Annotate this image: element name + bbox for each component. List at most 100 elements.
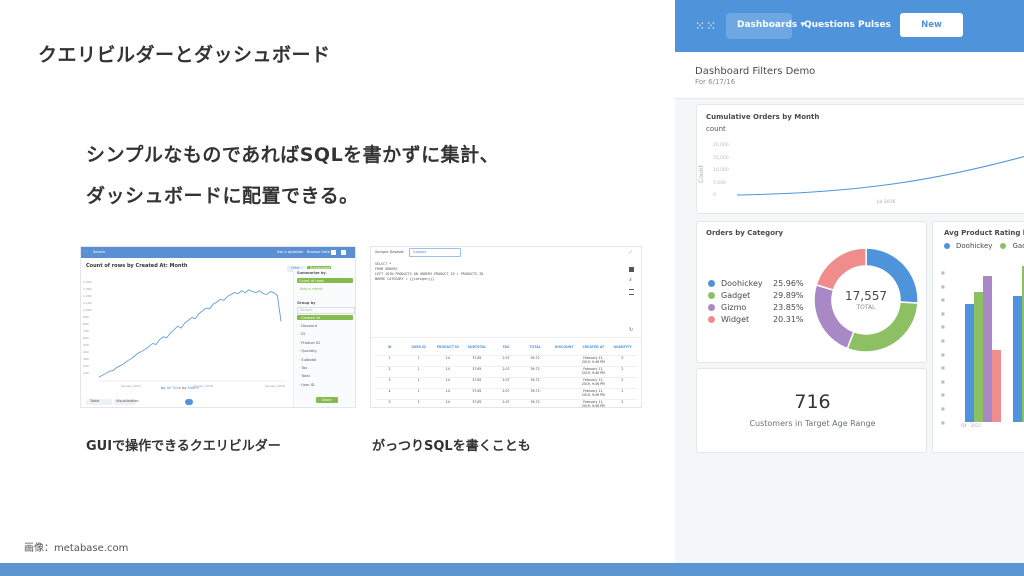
orders-category-title: Orders by Category <box>706 229 784 237</box>
sql-variable-input[interactable]: Gadget <box>409 248 461 257</box>
legend-name: Widget <box>721 314 750 324</box>
sql-column-header: DISCOUNT <box>554 345 574 349</box>
table-cell: 2 <box>621 367 624 371</box>
side-add-metric[interactable]: Add a metric <box>300 287 323 291</box>
table-cell: 14 <box>445 356 450 360</box>
table-cell: 37.65 <box>472 400 482 404</box>
sql-column-header: QUANTITY <box>613 345 632 349</box>
kpi-card[interactable]: 716 Customers in Target Age Range <box>696 368 927 453</box>
qb-logo-icon: ⁙ <box>85 250 89 254</box>
legend-item[interactable]: Widget 20.31% <box>708 313 804 325</box>
side-count-metric[interactable]: Count of rows <box>297 278 353 283</box>
side-group-heading: Group by <box>297 301 316 305</box>
table-cell: February 11, 2019, 9:46 PM <box>581 378 605 386</box>
sql-table-header: ID USER ID PRODUCT ID SUBTOTAL TAX TOTAL DISCO… <box>375 345 637 356</box>
sql-run-icon[interactable]: ↻ <box>629 327 633 333</box>
sql-data-reference-icon[interactable] <box>629 267 634 272</box>
qb-table-toggle[interactable]: Table <box>86 399 112 405</box>
table-cell: February 11, 2019, 9:46 PM <box>581 389 605 397</box>
bar-5 <box>1013 296 1022 422</box>
table-cell: 2 <box>621 356 624 360</box>
side-field-item[interactable]: · Subtotal <box>299 358 353 366</box>
table-cell: 14 <box>445 400 450 404</box>
qb-visualization-toggle[interactable]: Visualization <box>114 399 139 405</box>
sql-column-header: SUBTOTAL <box>467 345 487 349</box>
nav-pulses[interactable]: Pulses <box>858 20 891 30</box>
table-cell: February 11, 2019, 9:46 PM <box>581 367 605 375</box>
qb-search[interactable]: Search <box>93 250 105 254</box>
legend-item[interactable]: Gizmo 23.85% <box>708 301 804 313</box>
table-cell: 14 <box>445 378 450 382</box>
sql-variables-icon[interactable]: 𝑥 <box>629 277 632 283</box>
qb-y-tick: 800 <box>83 322 89 326</box>
side-field-list: · Discount · ID · Product ID · Quantity · Su… <box>299 324 353 391</box>
legend-dot <box>708 279 715 287</box>
sql-column-header: USER ID <box>411 345 426 349</box>
table-cell <box>550 367 579 377</box>
sql-editor-screenshot: Sample Dataset Gadget ⤢ SELECT * FROM ORD… <box>370 246 642 408</box>
table-cell: 2.07 <box>502 389 510 393</box>
side-field-item[interactable]: · ID <box>299 332 353 340</box>
sql-code-editor[interactable]: SELECT * FROM ORDERS LEFT JOIN PRODUCTS ON… <box>375 262 483 282</box>
nav-dashboards[interactable]: Dashboards ▾ <box>737 20 805 30</box>
footer-bar <box>0 563 1024 576</box>
table-row: 5 1 14 37.65 2.07 39.72 February 11, 2019, 9:4… <box>375 400 637 407</box>
table-cell: 1 <box>417 356 420 360</box>
table-row: 1 1 14 37.65 2.07 39.72 February 11, 2019, 9:4… <box>375 356 637 367</box>
side-search-input[interactable]: Search <box>297 307 355 314</box>
kpi-label: Customers in Target Age Range <box>749 419 876 428</box>
metabase-logo-icon[interactable]: ⁙⁙ <box>695 19 717 33</box>
legend-name: Gadget <box>721 290 751 300</box>
table-cell <box>550 378 579 388</box>
side-field-item[interactable]: · Quantity <box>299 349 353 357</box>
sql-column-header: TOTAL <box>529 345 541 349</box>
orders-by-category-card[interactable]: Orders by Category Doohickey 25.96% Gadget… <box>696 221 927 363</box>
cumulative-y-tick: 15,000 <box>713 155 729 161</box>
qb-ask-question[interactable]: Ask a question <box>277 250 303 254</box>
caption-query-builder: GUIで操作できるクエリビルダー <box>86 439 281 454</box>
new-question-button[interactable]: New Question <box>900 13 963 54</box>
cumulative-orders-card[interactable]: Cumulative Orders by Month count Count 2… <box>696 104 1024 214</box>
qb-add-icon[interactable] <box>331 250 336 255</box>
cumulative-y-ticks: 20,000 15,000 10,000 5,000 0 <box>713 143 729 206</box>
table-cell: 1 <box>417 367 420 371</box>
qb-chart-toggle[interactable] <box>185 399 193 405</box>
side-created-at[interactable]: Created At <box>297 315 353 320</box>
cumulative-y-tick: 10,000 <box>713 168 729 173</box>
avg-rating-card[interactable]: Avg Product Rating by ca Doohickey Gadg … <box>932 221 1024 453</box>
avg-rating-bar-chart <box>965 266 1024 422</box>
sql-column-header: ID <box>387 345 392 349</box>
legend-item[interactable]: Doohickey 25.96% <box>708 277 804 289</box>
table-cell: February 11, 2019, 9:46 PM <box>581 356 605 364</box>
sql-snippets-icon[interactable] <box>629 289 634 295</box>
table-cell: 4 <box>388 389 391 393</box>
side-field-item[interactable]: · Product ID <box>299 341 353 349</box>
side-field-item[interactable]: · Discount <box>299 324 353 332</box>
cumulative-y-tick: 20,000 <box>713 143 729 148</box>
side-field-item[interactable]: · User ID <box>299 383 353 391</box>
sql-divider <box>371 337 641 338</box>
nav-questions[interactable]: Questions <box>804 20 855 30</box>
table-cell: 1 <box>417 400 420 404</box>
qb-y-tick: 1,300 <box>83 287 92 291</box>
sql-expand-icon[interactable]: ⤢ <box>629 250 632 254</box>
qb-line-chart: 1,400 1,300 1,200 1,100 1,000 900 800 700 600 500… <box>83 280 287 388</box>
qb-y-tick: 1,400 <box>83 280 92 284</box>
sql-db-select[interactable]: Sample Dataset <box>375 250 404 254</box>
sql-results-table: ID USER ID PRODUCT ID SUBTOTAL TAX TOTAL DISCO… <box>375 345 637 407</box>
qb-footer-by: by All Time by Month <box>161 386 199 390</box>
headline-line-1: シンプルなものであればSQLを書かずに集計、 <box>86 144 500 166</box>
cumulative-y-tick: 0 <box>713 193 716 198</box>
legend-dot <box>708 291 715 299</box>
table-cell: 2.07 <box>502 378 510 382</box>
qb-browse-data[interactable]: Browse Data <box>307 250 330 254</box>
legend-dot <box>708 303 715 311</box>
side-done-button[interactable]: Done <box>316 397 338 403</box>
sql-column-header: PRODUCT ID <box>436 345 459 349</box>
side-field-item[interactable]: · Total <box>299 374 353 382</box>
side-field-item[interactable]: · Tax <box>299 366 353 374</box>
legend-value: 20.31% <box>773 314 804 324</box>
legend-item[interactable]: Gadget 29.89% <box>708 289 804 301</box>
qb-settings-icon[interactable] <box>341 250 346 255</box>
table-cell: 2.07 <box>502 400 510 404</box>
